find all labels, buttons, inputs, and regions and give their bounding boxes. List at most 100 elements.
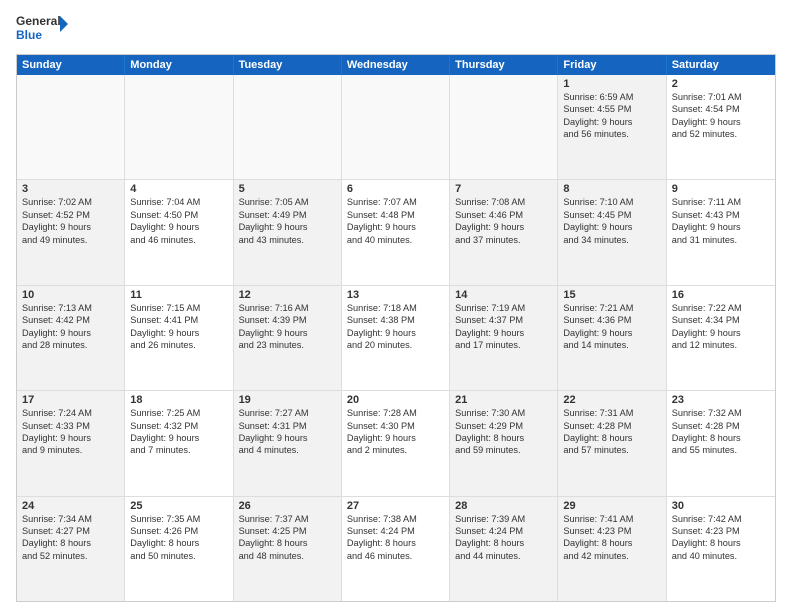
cell-info-line: and 44 minutes. bbox=[455, 550, 552, 562]
cell-info-line: Sunrise: 7:22 AM bbox=[672, 302, 770, 314]
day-number: 2 bbox=[672, 78, 770, 90]
cal-cell bbox=[125, 75, 233, 179]
cal-cell: 21Sunrise: 7:30 AMSunset: 4:29 PMDayligh… bbox=[450, 391, 558, 495]
cal-cell: 12Sunrise: 7:16 AMSunset: 4:39 PMDayligh… bbox=[234, 286, 342, 390]
cell-info-line: Sunset: 4:26 PM bbox=[130, 525, 227, 537]
cell-info-line: and 9 minutes. bbox=[22, 444, 119, 456]
day-number: 21 bbox=[455, 394, 552, 406]
day-header-monday: Monday bbox=[125, 55, 233, 75]
cell-info-line: Sunrise: 7:07 AM bbox=[347, 196, 444, 208]
day-header-thursday: Thursday bbox=[450, 55, 558, 75]
cell-info-line: and 4 minutes. bbox=[239, 444, 336, 456]
cell-info-line: and 50 minutes. bbox=[130, 550, 227, 562]
cell-info-line: Sunrise: 7:25 AM bbox=[130, 407, 227, 419]
cell-info-line: Sunrise: 7:24 AM bbox=[22, 407, 119, 419]
cell-info-line: Daylight: 9 hours bbox=[672, 327, 770, 339]
header: General Blue bbox=[16, 12, 776, 48]
cal-cell: 17Sunrise: 7:24 AMSunset: 4:33 PMDayligh… bbox=[17, 391, 125, 495]
cal-cell bbox=[342, 75, 450, 179]
cell-info-line: Sunrise: 7:18 AM bbox=[347, 302, 444, 314]
cal-cell bbox=[450, 75, 558, 179]
cell-info-line: Daylight: 9 hours bbox=[347, 221, 444, 233]
cal-cell: 10Sunrise: 7:13 AMSunset: 4:42 PMDayligh… bbox=[17, 286, 125, 390]
cal-cell: 22Sunrise: 7:31 AMSunset: 4:28 PMDayligh… bbox=[558, 391, 666, 495]
cell-info-line: and 26 minutes. bbox=[130, 339, 227, 351]
day-number: 10 bbox=[22, 289, 119, 301]
cell-info-line: and 42 minutes. bbox=[563, 550, 660, 562]
cell-info-line: Sunrise: 7:11 AM bbox=[672, 196, 770, 208]
calendar-header: SundayMondayTuesdayWednesdayThursdayFrid… bbox=[17, 55, 775, 75]
cell-info-line: Daylight: 8 hours bbox=[672, 537, 770, 549]
cell-info-line: Daylight: 9 hours bbox=[22, 221, 119, 233]
day-number: 15 bbox=[563, 289, 660, 301]
day-number: 26 bbox=[239, 500, 336, 512]
cal-cell: 4Sunrise: 7:04 AMSunset: 4:50 PMDaylight… bbox=[125, 180, 233, 284]
svg-text:Blue: Blue bbox=[16, 28, 42, 42]
cell-info-line: Daylight: 8 hours bbox=[455, 537, 552, 549]
cell-info-line: Sunrise: 7:27 AM bbox=[239, 407, 336, 419]
cell-info-line: Daylight: 8 hours bbox=[672, 432, 770, 444]
cell-info-line: Sunset: 4:52 PM bbox=[22, 209, 119, 221]
cell-info-line: Sunset: 4:25 PM bbox=[239, 525, 336, 537]
week-row-4: 24Sunrise: 7:34 AMSunset: 4:27 PMDayligh… bbox=[17, 497, 775, 601]
cell-info-line: Daylight: 8 hours bbox=[347, 537, 444, 549]
cal-cell: 14Sunrise: 7:19 AMSunset: 4:37 PMDayligh… bbox=[450, 286, 558, 390]
cell-info-line: and 28 minutes. bbox=[22, 339, 119, 351]
cell-info-line: and 40 minutes. bbox=[347, 234, 444, 246]
cal-cell bbox=[234, 75, 342, 179]
cell-info-line: Daylight: 8 hours bbox=[22, 537, 119, 549]
day-number: 27 bbox=[347, 500, 444, 512]
cell-info-line: Daylight: 9 hours bbox=[22, 432, 119, 444]
cell-info-line: Sunset: 4:28 PM bbox=[563, 420, 660, 432]
day-number: 9 bbox=[672, 183, 770, 195]
cal-cell: 11Sunrise: 7:15 AMSunset: 4:41 PMDayligh… bbox=[125, 286, 233, 390]
day-number: 8 bbox=[563, 183, 660, 195]
cell-info-line: Sunset: 4:27 PM bbox=[22, 525, 119, 537]
day-header-friday: Friday bbox=[558, 55, 666, 75]
cell-info-line: Daylight: 9 hours bbox=[130, 221, 227, 233]
day-number: 20 bbox=[347, 394, 444, 406]
cell-info-line: Sunset: 4:37 PM bbox=[455, 314, 552, 326]
cell-info-line: Sunrise: 7:15 AM bbox=[130, 302, 227, 314]
day-number: 29 bbox=[563, 500, 660, 512]
logo: General Blue bbox=[16, 12, 68, 48]
cell-info-line: Sunrise: 7:21 AM bbox=[563, 302, 660, 314]
day-number: 4 bbox=[130, 183, 227, 195]
day-number: 5 bbox=[239, 183, 336, 195]
cell-info-line: Sunrise: 7:01 AM bbox=[672, 91, 770, 103]
day-number: 23 bbox=[672, 394, 770, 406]
cell-info-line: Sunset: 4:48 PM bbox=[347, 209, 444, 221]
cell-info-line: Sunrise: 7:35 AM bbox=[130, 513, 227, 525]
cell-info-line: and 17 minutes. bbox=[455, 339, 552, 351]
cell-info-line: and 52 minutes. bbox=[672, 128, 770, 140]
cell-info-line: Daylight: 8 hours bbox=[455, 432, 552, 444]
cell-info-line: and 56 minutes. bbox=[563, 128, 660, 140]
cal-cell: 16Sunrise: 7:22 AMSunset: 4:34 PMDayligh… bbox=[667, 286, 775, 390]
cell-info-line: Sunrise: 7:31 AM bbox=[563, 407, 660, 419]
cell-info-line: Sunrise: 7:10 AM bbox=[563, 196, 660, 208]
cell-info-line: and 57 minutes. bbox=[563, 444, 660, 456]
day-number: 18 bbox=[130, 394, 227, 406]
cell-info-line: Daylight: 9 hours bbox=[347, 327, 444, 339]
cell-info-line: Sunset: 4:46 PM bbox=[455, 209, 552, 221]
cal-cell: 2Sunrise: 7:01 AMSunset: 4:54 PMDaylight… bbox=[667, 75, 775, 179]
day-number: 3 bbox=[22, 183, 119, 195]
cell-info-line: Sunset: 4:32 PM bbox=[130, 420, 227, 432]
day-header-tuesday: Tuesday bbox=[234, 55, 342, 75]
cell-info-line: and 40 minutes. bbox=[672, 550, 770, 562]
cell-info-line: Daylight: 9 hours bbox=[22, 327, 119, 339]
cell-info-line: Sunrise: 7:38 AM bbox=[347, 513, 444, 525]
cell-info-line: Sunset: 4:55 PM bbox=[563, 103, 660, 115]
day-header-saturday: Saturday bbox=[667, 55, 775, 75]
cal-cell: 1Sunrise: 6:59 AMSunset: 4:55 PMDaylight… bbox=[558, 75, 666, 179]
cal-cell: 25Sunrise: 7:35 AMSunset: 4:26 PMDayligh… bbox=[125, 497, 233, 601]
day-number: 28 bbox=[455, 500, 552, 512]
week-row-2: 10Sunrise: 7:13 AMSunset: 4:42 PMDayligh… bbox=[17, 286, 775, 391]
cell-info-line: and 20 minutes. bbox=[347, 339, 444, 351]
cell-info-line: and 37 minutes. bbox=[455, 234, 552, 246]
cell-info-line: Sunrise: 7:39 AM bbox=[455, 513, 552, 525]
cell-info-line: Daylight: 8 hours bbox=[563, 432, 660, 444]
cell-info-line: Sunset: 4:41 PM bbox=[130, 314, 227, 326]
cell-info-line: Sunset: 4:38 PM bbox=[347, 314, 444, 326]
cell-info-line: Sunset: 4:33 PM bbox=[22, 420, 119, 432]
